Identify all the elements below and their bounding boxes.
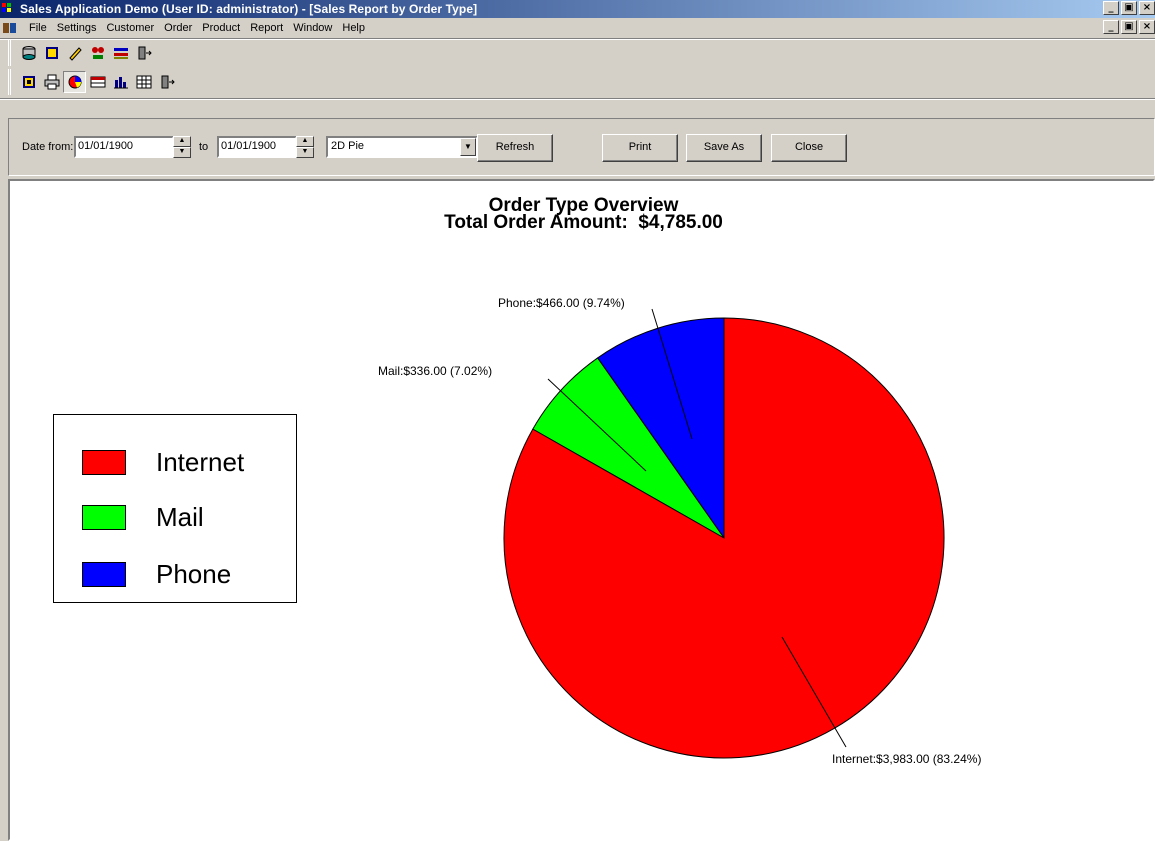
chart-type-value: 2D Pie (331, 140, 365, 152)
close-button[interactable]: Close (771, 134, 847, 162)
report-toolbar (8, 69, 182, 95)
data-label-phone: Phone:$466.00 (9.74%) (498, 296, 625, 310)
menu-settings[interactable]: Settings (52, 22, 102, 34)
legend-swatch-internet (82, 450, 126, 475)
data-label-mail: Mail:$336.00 (7.02%) (378, 364, 492, 378)
menu-customer[interactable]: Customer (101, 22, 159, 34)
legend-swatch-phone (82, 562, 126, 587)
product-icon[interactable] (109, 42, 132, 64)
title-bar[interactable]: Sales Application Demo (User ID: adminis… (0, 0, 1155, 18)
chart-type-select[interactable]: 2D Pie ▼ (326, 136, 478, 158)
data-label-internet: Internet:$3,983.00 (83.24%) (832, 752, 981, 766)
mdi-controls: _ ▣ × (1101, 20, 1155, 34)
legend-item-phone: Phone (82, 559, 231, 590)
menu-report[interactable]: Report (245, 22, 288, 34)
legend-label-phone: Phone (156, 559, 232, 589)
mdi-minimize-button[interactable]: _ (1103, 20, 1119, 34)
date-from-field[interactable]: 01/01/1900 (74, 136, 174, 158)
spin-down-icon[interactable]: ▼ (296, 147, 314, 158)
date-to-field[interactable]: 01/01/1900 (217, 136, 297, 158)
date-from-spinner[interactable]: ▲ ▼ (173, 136, 191, 158)
mdi-restore-button[interactable]: ▣ (1121, 20, 1137, 34)
database-icon[interactable] (17, 42, 40, 64)
legend-label-internet: Internet (156, 447, 245, 477)
filter-panel: Date from: 01/01/1900 ▲ ▼ to 01/01/1900 … (8, 118, 1155, 176)
minimize-button[interactable]: _ (1103, 1, 1119, 15)
legend-item-internet: Internet (82, 447, 244, 478)
legend-swatch-mail (82, 505, 126, 530)
refresh-button[interactable]: Refresh (477, 134, 553, 162)
date-to-spinner[interactable]: ▲ ▼ (296, 136, 314, 158)
app-window: Sales Application Demo (User ID: adminis… (0, 0, 1155, 841)
mdi-child-icon[interactable] (2, 21, 18, 35)
spin-up-icon[interactable]: ▲ (296, 136, 314, 147)
save-as-button[interactable]: Save As (686, 134, 762, 162)
bar-chart-icon[interactable] (109, 71, 132, 93)
legend-item-mail: Mail (82, 502, 204, 533)
customer-icon[interactable] (40, 42, 63, 64)
menu-file[interactable]: File (24, 22, 52, 34)
print-icon[interactable] (40, 71, 63, 93)
toolbar-divider (0, 38, 1155, 40)
spin-up-icon[interactable]: ▲ (173, 136, 191, 147)
menu-order[interactable]: Order (159, 22, 197, 34)
chevron-down-icon[interactable]: ▼ (460, 138, 476, 156)
main-toolbar (8, 40, 159, 66)
date-from-label: Date from: (22, 141, 74, 153)
app-icon (2, 3, 16, 15)
chart-area: Order Type Overview Total Order Amount: … (8, 179, 1155, 841)
toolbar-divider (0, 98, 1155, 100)
menu-help[interactable]: Help (337, 22, 370, 34)
print-button[interactable]: Print (602, 134, 678, 162)
to-label: to (199, 141, 209, 153)
spin-down-icon[interactable]: ▼ (173, 147, 191, 158)
window-title: Sales Application Demo (User ID: adminis… (20, 2, 478, 16)
menu-window[interactable]: Window (288, 22, 337, 34)
maximize-button[interactable]: ▣ (1121, 1, 1137, 15)
legend-label-mail: Mail (156, 502, 204, 532)
mdi-close-button[interactable]: × (1139, 20, 1155, 34)
pie-chart-icon[interactable] (63, 71, 86, 93)
window-controls: _ ▣ × (1101, 1, 1155, 15)
table-icon[interactable] (132, 71, 155, 93)
order-icon[interactable] (86, 42, 109, 64)
chart-legend: Internet Mail Phone (53, 414, 297, 603)
exit-icon[interactable] (155, 71, 178, 93)
close-window-button[interactable]: × (1139, 1, 1155, 15)
menu-product[interactable]: Product (197, 22, 245, 34)
report-icon[interactable] (17, 71, 40, 93)
grid-icon[interactable] (86, 71, 109, 93)
menu-bar: File Settings Customer Order Product Rep… (0, 18, 1155, 38)
exit-icon[interactable] (132, 42, 155, 64)
edit-icon[interactable] (63, 42, 86, 64)
